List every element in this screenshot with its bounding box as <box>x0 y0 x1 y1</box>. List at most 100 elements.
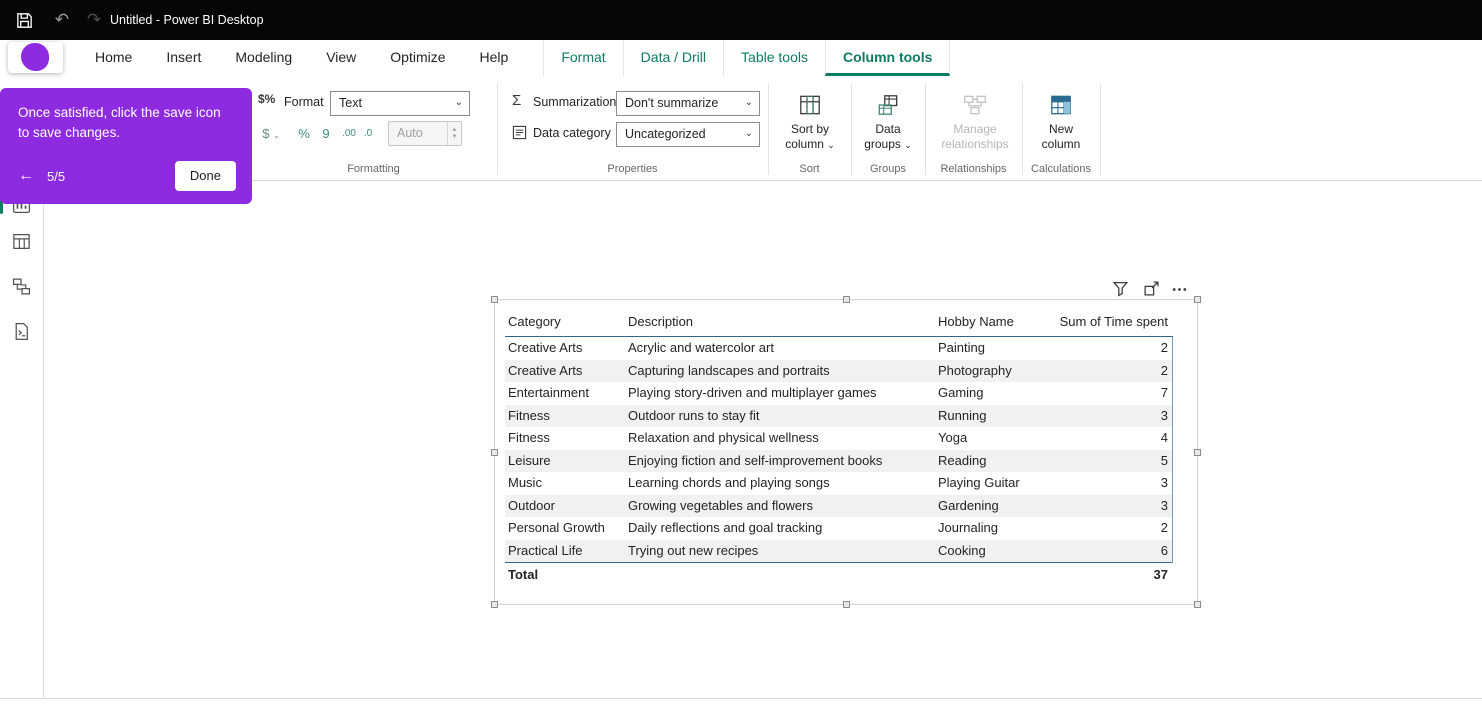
groups-button-line2: groups <box>864 137 901 151</box>
resize-handle[interactable] <box>1194 296 1201 303</box>
cell-hobby-name: Reading <box>938 452 987 468</box>
thousands-separator-button[interactable]: 9 <box>320 121 332 146</box>
redo-icon: ↷ <box>86 10 102 29</box>
tab-modeling[interactable]: Modeling <box>218 40 309 76</box>
cell-description: Enjoying fiction and self-improvement bo… <box>628 452 883 468</box>
cell-time-spent: 2 <box>1160 340 1168 355</box>
decimal-places-value: Auto <box>397 126 423 140</box>
decimal-increase-button[interactable]: .00 <box>338 121 360 146</box>
group-label-calculations: Calculations <box>1031 163 1091 175</box>
cell-hobby-name: Playing Guitar <box>938 475 1020 490</box>
manage-relationships-button: Manage relationships <box>928 86 1022 152</box>
table-row[interactable]: Fitness Relaxation and physical wellness… <box>505 427 1173 450</box>
table-row[interactable]: Personal Growth Daily reflections and go… <box>505 517 1173 540</box>
sort-by-column-button[interactable]: Sort by column ⌄ <box>775 86 845 153</box>
data-groups-button[interactable]: Data groups ⌄ <box>853 86 923 153</box>
data-category-label: Data category <box>533 126 611 140</box>
tab-optimize[interactable]: Optimize <box>373 40 462 76</box>
table-row[interactable]: Entertainment Playing story-driven and m… <box>505 382 1173 405</box>
resize-handle[interactable] <box>843 601 850 608</box>
format-type-dropdown[interactable]: Text ⌄ <box>330 91 470 116</box>
resize-handle[interactable] <box>843 296 850 303</box>
table-row[interactable]: Creative Arts Capturing landscapes and p… <box>505 359 1173 382</box>
table-header-row: Category Description Hobby Name Sum of T… <box>505 308 1173 337</box>
cell-time-spent: 5 <box>1160 452 1168 468</box>
tab-column-tools[interactable]: Column tools <box>824 40 951 76</box>
group-divider <box>925 83 926 175</box>
chevron-down-icon: ⌄ <box>273 131 280 140</box>
dax-query-view-icon[interactable] <box>12 322 32 342</box>
cell-hobby-name: Gardening <box>938 497 999 513</box>
chevron-down-icon: ⌄ <box>454 97 463 108</box>
cell-hobby-name: Cooking <box>938 542 986 558</box>
title-bar: ↶ ↷ Untitled - Power BI Desktop <box>0 0 1482 40</box>
table-row[interactable]: Outdoor Growing vegetables and flowers G… <box>505 494 1173 517</box>
empty-cell <box>625 563 935 587</box>
currency-symbol: $ <box>262 126 270 141</box>
resize-handle[interactable] <box>491 601 498 608</box>
column-header-category[interactable]: Category <box>505 308 625 336</box>
total-value: 37 <box>1153 567 1168 582</box>
resize-handle[interactable] <box>491 449 498 456</box>
window-title: Untitled - Power BI Desktop <box>110 13 264 27</box>
table-row[interactable]: Music Learning chords and playing songs … <box>505 472 1173 495</box>
data-category-dropdown[interactable]: Uncategorized ⌄ <box>616 122 760 147</box>
total-label: Total <box>508 567 539 582</box>
cell-description: Relaxation and physical wellness <box>628 430 819 445</box>
cell-time-spent: 4 <box>1160 430 1168 445</box>
tab-table-tools[interactable]: Table tools <box>723 40 825 76</box>
table-view-icon[interactable] <box>12 232 32 252</box>
sigma-icon: Σ <box>512 92 522 109</box>
model-view-icon[interactable] <box>12 277 32 297</box>
status-bar <box>0 698 1482 714</box>
column-header-sum-of-time-spent[interactable]: Sum of Time spent <box>1048 308 1173 336</box>
group-divider <box>1022 83 1023 175</box>
new-column-button[interactable]: New column <box>1024 86 1098 152</box>
more-options-icon[interactable] <box>1171 281 1189 299</box>
currency-format-button[interactable]: $ ⌄ <box>260 121 282 146</box>
table-row[interactable]: Leisure Enjoying fiction and self-improv… <box>505 449 1173 472</box>
back-arrow-icon[interactable]: ← <box>18 167 34 185</box>
cell-description: Learning chords and playing songs <box>628 475 830 490</box>
percent-format-button[interactable]: % <box>296 121 312 146</box>
empty-cell <box>935 563 1048 587</box>
resize-handle[interactable] <box>1194 449 1201 456</box>
table-row[interactable]: Fitness Outdoor runs to stay fit Running… <box>505 404 1173 427</box>
tab-help[interactable]: Help <box>463 40 526 76</box>
group-label-sort: Sort <box>799 163 820 175</box>
column-header-hobby-name[interactable]: Hobby Name <box>935 308 1048 336</box>
data-category-value: Uncategorized <box>625 127 706 141</box>
table-row[interactable]: Practical Life Trying out new recipes Co… <box>505 539 1173 562</box>
table-row[interactable]: Creative Arts Acrylic and watercolor art… <box>505 337 1173 360</box>
summarization-value: Don't summarize <box>625 96 719 110</box>
format-style-icon: $% <box>258 92 276 106</box>
tab-data-drill[interactable]: Data / Drill <box>622 40 723 76</box>
cell-category: Practical Life <box>508 542 583 558</box>
save-icon[interactable] <box>12 8 36 32</box>
coachmark-message: Once satisfied, click the save icon to s… <box>18 105 221 140</box>
resize-handle[interactable] <box>491 296 498 303</box>
tab-insert[interactable]: Insert <box>149 40 218 76</box>
group-divider <box>768 83 769 175</box>
tab-home[interactable]: Home <box>78 40 149 76</box>
group-label-relationships: Relationships <box>940 163 1007 175</box>
cell-time-spent: 3 <box>1160 407 1168 423</box>
manage-relationships-icon <box>928 86 1022 118</box>
decimal-decrease-button[interactable]: .0 <box>360 121 376 146</box>
column-header-description[interactable]: Description <box>625 308 935 336</box>
resize-handle[interactable] <box>1194 601 1201 608</box>
data-groups-icon <box>853 86 923 118</box>
coachmark-step-counter: 5/5 <box>47 168 66 184</box>
undo-icon[interactable]: ↶ <box>50 6 74 34</box>
chevron-down-icon: ⌄ <box>827 140 835 150</box>
filter-icon[interactable] <box>1112 280 1130 298</box>
sort-button-line2: column <box>785 137 824 151</box>
table-visual[interactable]: Category Description Hobby Name Sum of T… <box>491 296 1201 608</box>
done-button[interactable]: Done <box>174 161 236 191</box>
summarization-dropdown[interactable]: Don't summarize ⌄ <box>616 91 760 116</box>
group-label-formatting: Formatting <box>347 163 400 175</box>
tab-view[interactable]: View <box>309 40 373 76</box>
tab-format[interactable]: Format <box>543 40 622 76</box>
group-label-groups: Groups <box>869 163 907 175</box>
focus-mode-icon[interactable] <box>1143 280 1161 298</box>
